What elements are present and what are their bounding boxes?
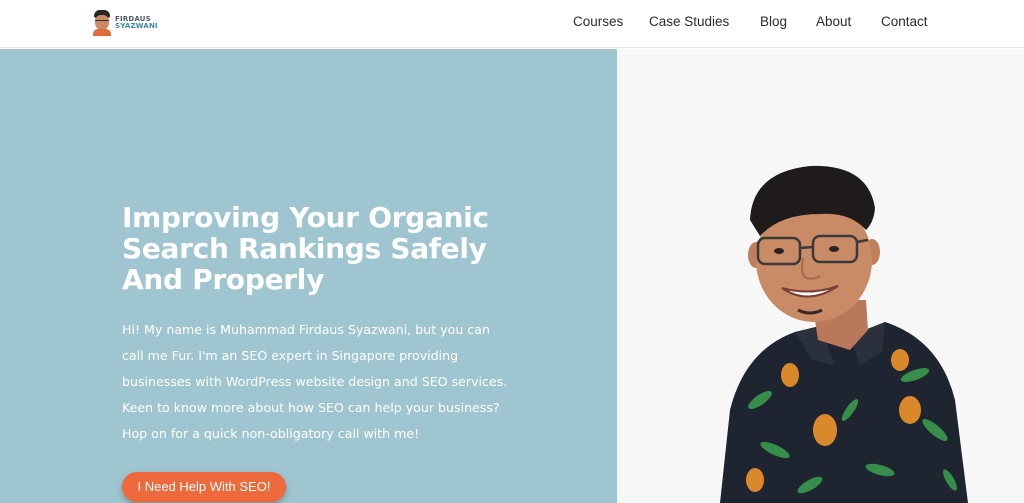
intro-line: call me Fur. I'm an SEO expert in Singap… bbox=[122, 348, 459, 363]
headline-line: Search Rankings Safely bbox=[122, 232, 487, 265]
intro-line: Hop on for a quick non-obligatory call w… bbox=[122, 426, 420, 441]
nav-contact[interactable]: Contact bbox=[881, 14, 928, 29]
seo-help-button[interactable]: I Need Help With SEO! bbox=[122, 472, 286, 502]
logo-wordmark: FIRDAUS SYAZWANI bbox=[115, 16, 158, 30]
intro-line: businesses with WordPress website design… bbox=[122, 374, 508, 389]
hero-headline: Improving Your Organic Search Rankings S… bbox=[122, 202, 522, 295]
hero-intro-text: Hi! My name is Muhammad Firdaus Syazwani… bbox=[122, 317, 522, 447]
nav-blog[interactable]: Blog bbox=[760, 14, 787, 29]
intro-line: Keen to know more about how SEO can help… bbox=[122, 400, 500, 415]
nav-courses[interactable]: Courses bbox=[573, 14, 623, 29]
headline-line: And Properly bbox=[122, 263, 325, 296]
headline-line: Improving Your Organic bbox=[122, 201, 489, 234]
site-logo[interactable]: FIRDAUS SYAZWANI bbox=[92, 6, 162, 40]
site-header: FIRDAUS SYAZWANI Courses Case Studies Bl… bbox=[0, 0, 1024, 48]
intro-line: Hi! My name is Muhammad Firdaus Syazwani… bbox=[122, 322, 490, 337]
person-avatar-icon bbox=[92, 10, 112, 36]
logo-line2: SYAZWANI bbox=[115, 22, 158, 30]
nav-about[interactable]: About bbox=[816, 14, 851, 29]
man-portrait-photo bbox=[720, 165, 968, 503]
nav-case-studies[interactable]: Case Studies bbox=[649, 14, 729, 29]
